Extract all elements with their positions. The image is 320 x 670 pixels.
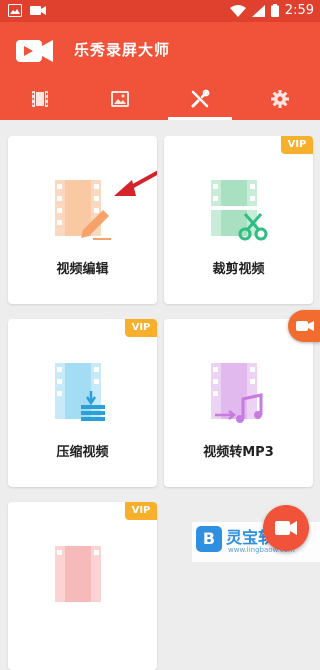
tools-icon (191, 89, 210, 108)
video-tool-icon (55, 546, 101, 602)
card-compress-video[interactable]: VIP 压缩视频 (8, 319, 157, 487)
trim-video-icon (209, 180, 268, 241)
app-title: 乐秀录屏大师 (74, 41, 171, 59)
pointer-arrow-icon (114, 170, 157, 196)
card-label: 视频转MP3 (203, 445, 274, 460)
card-edit-video[interactable]: 视频编辑 (8, 136, 157, 304)
video-to-mp3-icon (211, 363, 263, 423)
tab-images[interactable] (80, 78, 160, 120)
tab-bar (0, 78, 320, 120)
image-icon (111, 91, 129, 107)
edit-video-icon (55, 180, 111, 240)
film-icon (32, 91, 48, 107)
card-label: 压缩视频 (56, 445, 109, 460)
vip-badge: VIP (281, 136, 313, 154)
gallery-notification-icon (8, 4, 22, 17)
gear-icon (271, 90, 289, 108)
card-more-tool[interactable]: VIP (8, 502, 157, 670)
app-bar: 乐秀录屏大师 (0, 22, 320, 78)
record-fab[interactable] (263, 505, 309, 551)
floating-record-button[interactable] (288, 310, 320, 342)
battery-icon (270, 4, 279, 17)
card-label: 视频编辑 (56, 262, 109, 277)
watermark-logo-icon: B (196, 526, 222, 552)
camera-icon (296, 321, 314, 331)
compress-video-icon (55, 363, 105, 421)
tab-videos[interactable] (0, 78, 80, 120)
tab-settings[interactable] (240, 78, 320, 120)
tab-tools[interactable] (160, 78, 240, 120)
card-trim-video[interactable]: VIP 裁剪视频 (164, 136, 313, 304)
vip-badge: VIP (125, 502, 157, 520)
vip-badge: VIP (125, 319, 157, 337)
signal-icon (251, 4, 265, 17)
card-video-to-mp3[interactable]: 视频转MP3 (164, 319, 313, 487)
status-bar: 2:59 (0, 0, 320, 22)
clock: 2:59 (284, 3, 314, 18)
app-logo-icon (16, 40, 53, 62)
camera-icon (275, 521, 297, 535)
video-notification-icon (30, 6, 46, 15)
card-label: 裁剪视频 (212, 262, 265, 277)
wifi-icon (229, 4, 246, 17)
